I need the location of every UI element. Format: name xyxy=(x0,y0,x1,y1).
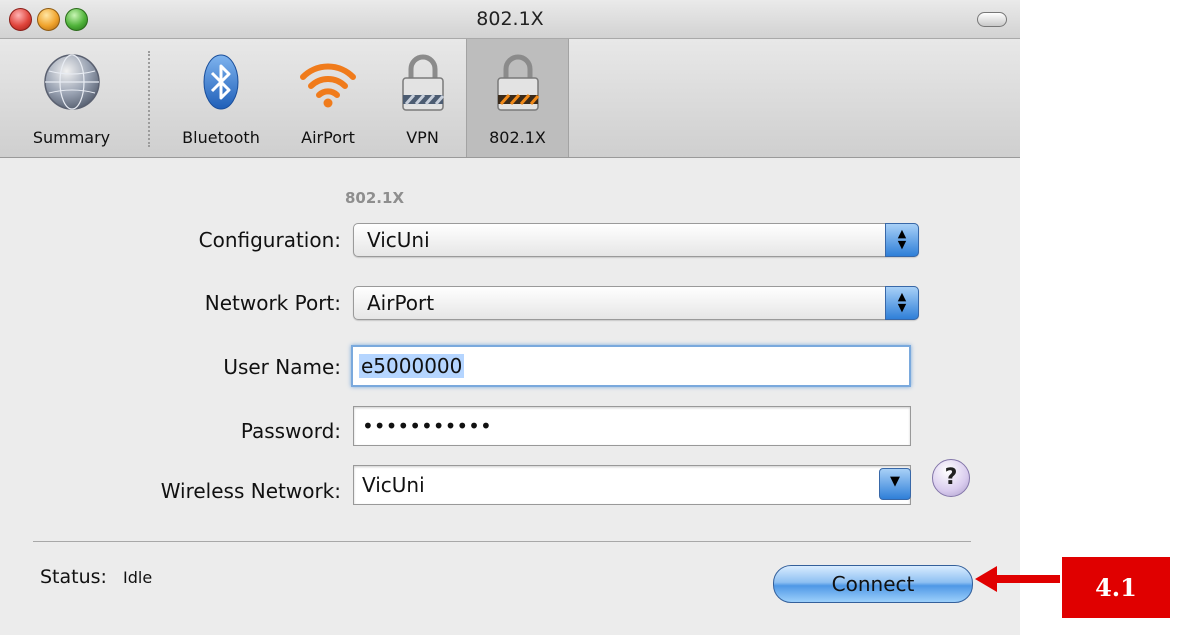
status-value: Idle xyxy=(123,568,153,587)
configuration-value: VicUni xyxy=(367,228,430,252)
user-name-field[interactable]: e5000000 xyxy=(351,345,911,387)
toolbar-separator xyxy=(148,51,150,147)
toolbar-toggle-button[interactable] xyxy=(977,12,1007,27)
password-value: ••••••••••• xyxy=(362,414,492,438)
network-port-popup[interactable]: AirPort ▲ ▼ xyxy=(353,286,919,320)
user-name-value: e5000000 xyxy=(359,354,465,378)
wireless-network-combo[interactable]: VicUni ▼ xyxy=(353,465,911,505)
wireless-network-value: VicUni xyxy=(362,473,425,497)
status-label: Status: xyxy=(40,566,107,588)
password-label: Password: xyxy=(240,419,341,443)
8021x-lock-icon xyxy=(496,54,539,111)
configuration-popup[interactable]: VicUni ▲ ▼ xyxy=(353,223,919,257)
title-bar: 802.1X xyxy=(0,0,1020,39)
toolbar-item-summary[interactable]: Summary xyxy=(0,39,143,157)
user-name-label: User Name: xyxy=(223,355,341,379)
airport-wifi-icon xyxy=(300,63,356,108)
network-preferences-window: 802.1X Summary Bluetooth AirPort VPN 802… xyxy=(0,0,1020,635)
toolbar-item-airport[interactable]: AirPort xyxy=(283,39,373,157)
summary-globe-icon xyxy=(43,54,100,110)
divider xyxy=(33,541,971,542)
section-title: 802.1X xyxy=(345,189,405,207)
main-content: 802.1X Configuration: VicUni ▲ ▼ Network … xyxy=(0,158,1020,635)
callout-label: 4.1 xyxy=(1062,557,1170,618)
chevron-down-icon: ▼ xyxy=(890,474,900,489)
window-title: 802.1X xyxy=(476,8,544,30)
configuration-label: Configuration: xyxy=(198,228,341,252)
password-field[interactable]: ••••••••••• xyxy=(353,406,911,446)
help-button[interactable]: ? xyxy=(932,459,970,497)
toolbar-item-bluetooth[interactable]: Bluetooth xyxy=(166,39,276,157)
wireless-network-label: Wireless Network: xyxy=(160,479,341,503)
toolbar-label-8021x: 802.1X xyxy=(489,128,546,147)
toolbar-label-vpn: VPN xyxy=(406,128,439,147)
network-port-label: Network Port: xyxy=(204,291,341,315)
callout-arrow-icon xyxy=(975,566,1060,592)
combo-dropdown-button[interactable]: ▼ xyxy=(879,468,911,500)
connect-button[interactable]: Connect xyxy=(773,565,973,603)
up-down-arrows-icon: ▲ ▼ xyxy=(885,286,919,320)
toolbar-item-8021x[interactable]: 802.1X xyxy=(466,39,569,157)
up-down-arrows-icon: ▲ ▼ xyxy=(885,223,919,257)
toolbar-item-vpn[interactable]: VPN xyxy=(380,39,465,157)
toolbar: Summary Bluetooth AirPort VPN 802.1X xyxy=(0,39,1020,158)
toolbar-label-summary: Summary xyxy=(32,128,111,147)
network-port-value: AirPort xyxy=(367,291,435,315)
toolbar-label-bluetooth: Bluetooth xyxy=(182,128,260,147)
vpn-lock-icon xyxy=(401,54,444,111)
toolbar-label-airport: AirPort xyxy=(301,128,355,147)
bluetooth-icon xyxy=(203,54,239,110)
